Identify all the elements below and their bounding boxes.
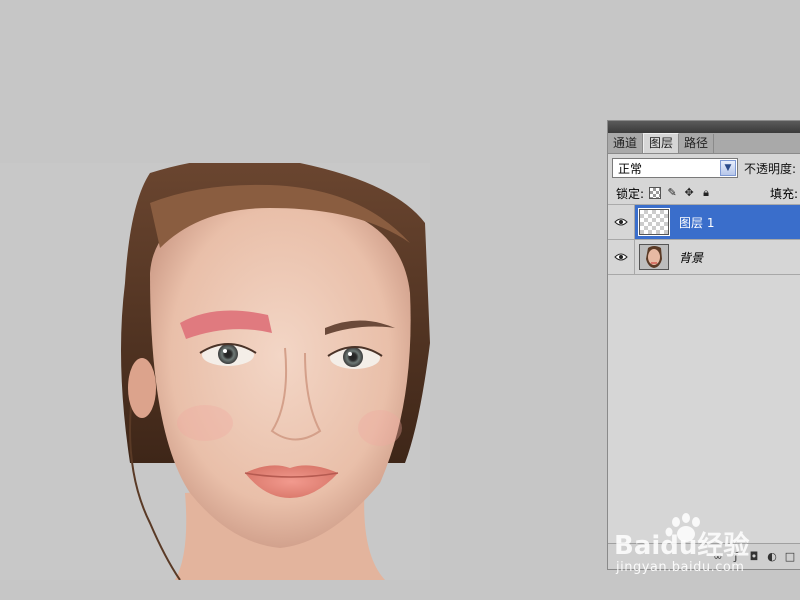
lock-transparency-icon[interactable]: [649, 187, 662, 199]
tab-layers[interactable]: 图层: [643, 133, 680, 153]
photoshop-workspace: 通道 图层 路径 正常 ▼ 不透明度: 锁定: ✎ ✥ 🔒︎ 填充: 图层 1: [0, 0, 800, 600]
portrait-image: [0, 163, 430, 580]
layers-panel: 通道 图层 路径 正常 ▼ 不透明度: 锁定: ✎ ✥ 🔒︎ 填充: 图层 1: [607, 120, 800, 570]
lock-icon[interactable]: 🔒︎: [700, 187, 712, 199]
panel-title-bar[interactable]: [608, 121, 800, 133]
layer-thumbnail: [639, 244, 669, 270]
move-icon[interactable]: ✥: [683, 187, 695, 199]
layer-name: 图层 1: [679, 215, 715, 230]
opacity-label: 不透明度:: [744, 161, 797, 176]
watermark: Baidu经验 jingyan.baidu.com: [606, 512, 800, 582]
eye-icon[interactable]: [608, 240, 635, 274]
baidu-paw-icon: Baidu经验: [614, 513, 749, 561]
watermark-url: jingyan.baidu.com: [616, 560, 745, 575]
tab-paths[interactable]: 路径: [679, 134, 715, 153]
document-canvas[interactable]: [0, 163, 430, 580]
layer-row-layer1[interactable]: 图层 1: [608, 205, 800, 240]
blend-mode-select[interactable]: 正常 ▼: [612, 158, 738, 178]
layer-name: 背景: [679, 250, 704, 265]
lock-label: 锁定:: [616, 186, 645, 201]
layer-thumbnail: [638, 208, 670, 236]
blend-mode-value: 正常: [618, 161, 643, 176]
chevron-down-icon[interactable]: ▼: [720, 160, 736, 176]
layer-row-background[interactable]: 背景: [608, 240, 800, 275]
brush-icon[interactable]: ✎: [666, 187, 678, 199]
tab-channels[interactable]: 通道: [608, 134, 644, 153]
panel-tabs: 通道 图层 路径: [608, 133, 800, 154]
eye-icon[interactable]: [608, 205, 635, 239]
watermark-logo: Baidu经验: [614, 530, 749, 561]
fill-label: 填充:: [770, 186, 799, 201]
blend-row: 正常 ▼ 不透明度:: [608, 154, 800, 182]
lock-row: 锁定: ✎ ✥ 🔒︎ 填充:: [608, 182, 800, 205]
